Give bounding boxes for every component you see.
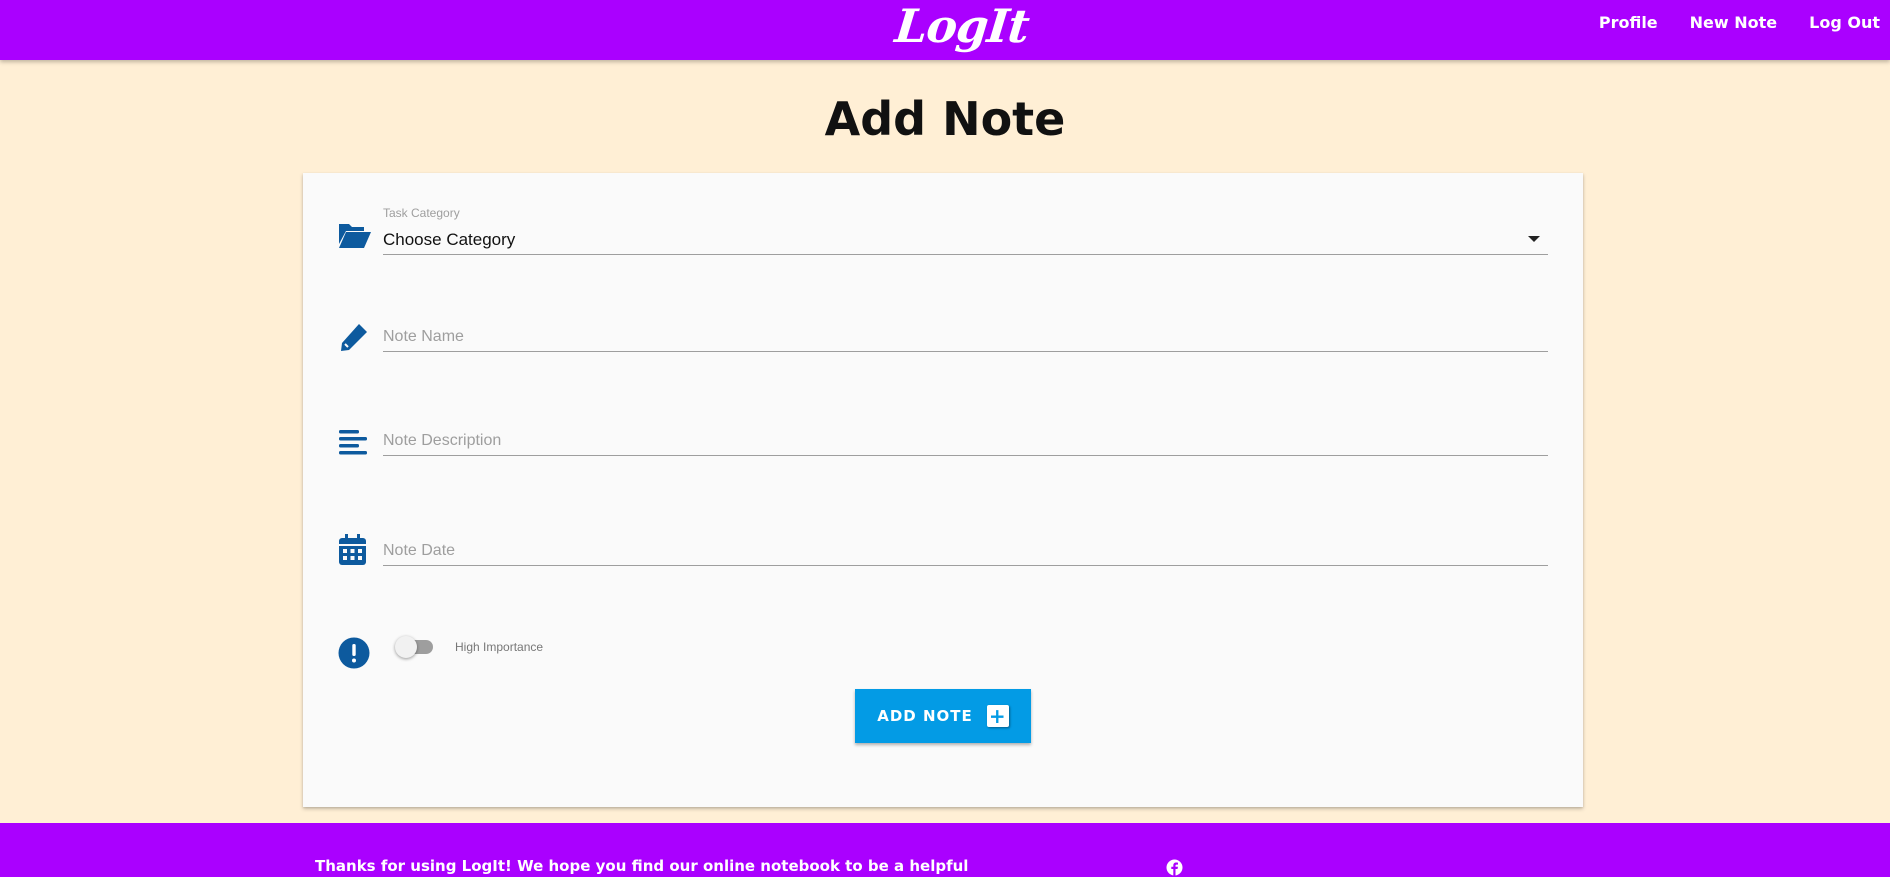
footer: Thanks for using LogIt! We hope you find… — [0, 823, 1890, 877]
category-label: Task Category — [383, 206, 460, 220]
folder-open-icon — [339, 224, 371, 248]
toggle-knob[interactable] — [395, 636, 417, 658]
nav-links: Profile New Note Log Out — [1567, 0, 1880, 44]
add-note-button[interactable]: ADD NOTE + — [855, 689, 1031, 743]
top-navbar: LogIt Profile New Note Log Out — [0, 0, 1890, 60]
note-description-field[interactable]: Note Description — [383, 427, 1548, 456]
note-date-input[interactable]: Note Date — [383, 537, 1548, 565]
nav-link-log-out[interactable]: Log Out — [1809, 13, 1880, 32]
note-description-input[interactable]: Note Description — [383, 427, 1548, 455]
category-selected-value: Choose Category — [383, 230, 516, 249]
note-name-field[interactable]: Note Name — [383, 323, 1548, 352]
facebook-icon[interactable] — [1166, 859, 1183, 876]
high-importance-label: High Importance — [455, 640, 544, 654]
plus-square-icon: + — [986, 705, 1009, 727]
note-date-field[interactable]: Note Date — [383, 537, 1548, 566]
note-name-input[interactable]: Note Name — [383, 323, 1548, 351]
high-importance-toggle[interactable] — [395, 636, 433, 658]
brand-logo[interactable]: LogIt — [892, 0, 1032, 60]
footer-thanks-text: Thanks for using LogIt! We hope you find… — [315, 857, 969, 875]
nav-link-new-note[interactable]: New Note — [1690, 13, 1777, 32]
nav-link-profile[interactable]: Profile — [1599, 13, 1658, 32]
page-title: Add Note — [824, 92, 1066, 146]
add-note-button-label: ADD NOTE — [877, 707, 973, 725]
chevron-down-icon[interactable] — [1528, 236, 1540, 242]
align-left-icon — [339, 430, 367, 455]
exclamation-circle-icon — [338, 637, 370, 669]
calendar-icon — [339, 534, 366, 565]
pencil-icon — [341, 324, 367, 351]
category-select[interactable]: Task Category Choose Category — [383, 206, 1548, 255]
add-note-form-card: Task Category Choose Category Note Name … — [303, 173, 1583, 807]
